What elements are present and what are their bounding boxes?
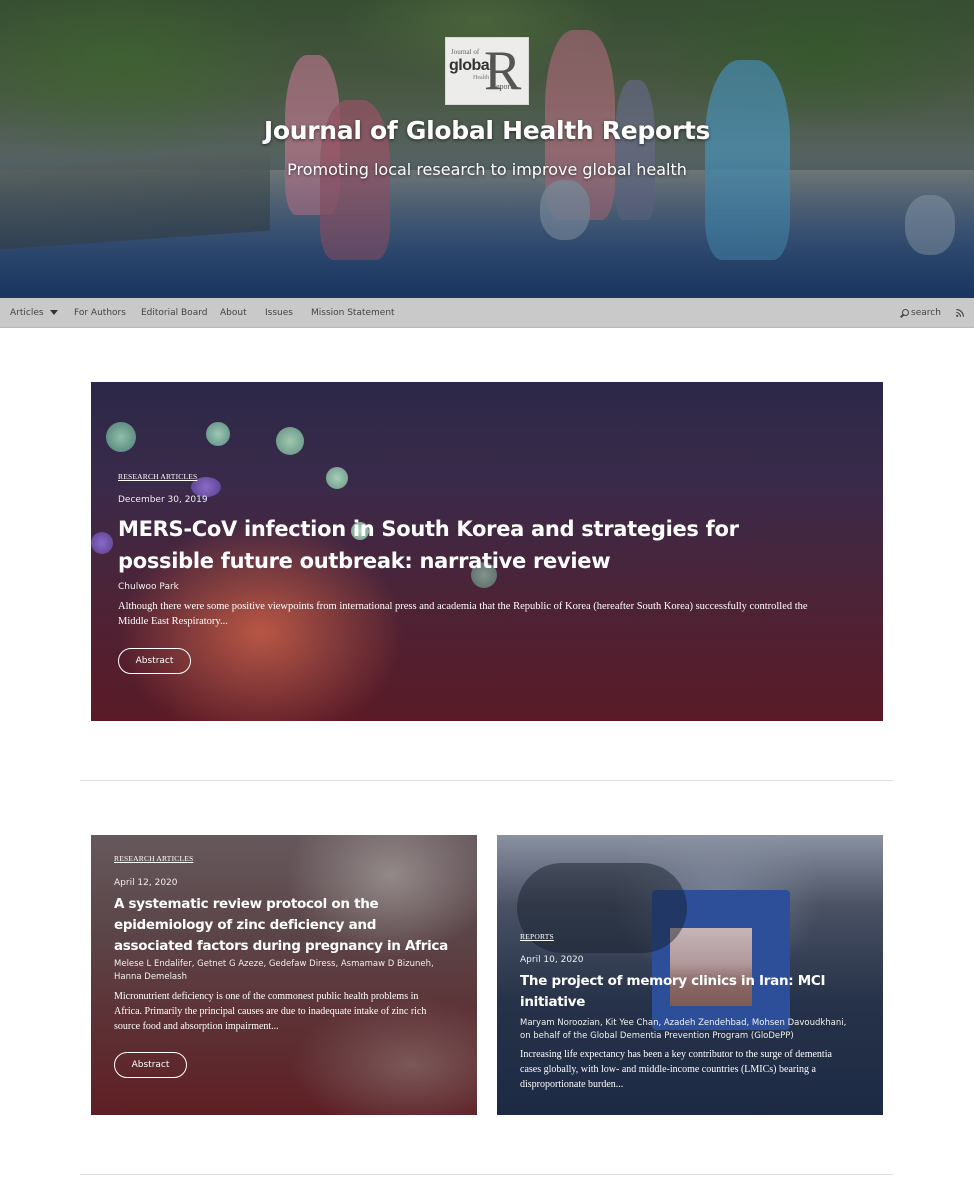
journal-logo[interactable]: Journal of global Health R eports [445,37,529,105]
article-date: April 12, 2020 [114,878,178,888]
chevron-down-icon [49,310,58,315]
virus-decoration [326,467,348,489]
main-nav: Articles For Authors Editorial Board Abo… [0,298,974,328]
nav-item-issues[interactable]: Issues [265,298,293,328]
nav-item-label: About [220,308,247,318]
hero-banner: Journal of global Health R eports Journa… [0,0,974,298]
nav-item-label: Articles [10,308,44,318]
nav-item-articles[interactable]: Articles [10,298,58,328]
featured-article-card[interactable]: RESEARCH ARTICLES December 30, 2019 MERS… [91,382,883,721]
article-section-link[interactable]: RESEARCH ARTICLES [114,854,193,863]
article-card[interactable]: RESEARCH ARTICLES April 12, 2020 A syste… [91,835,477,1115]
nav-item-about[interactable]: About [220,298,247,328]
article-authors: Melese L Endalifer, Getnet G Azeze, Gede… [114,959,434,982]
virus-decoration [206,422,230,446]
article-title[interactable]: MERS-CoV infection in South Korea and st… [118,513,808,577]
nav-item-label: For Authors [74,308,126,318]
article-section-link[interactable]: REPORTS [520,932,554,941]
abstract-button[interactable]: Abstract [114,1052,187,1078]
nav-item-label: Editorial Board [141,308,208,318]
rss-icon[interactable] [956,309,964,317]
nav-item-mission-statement[interactable]: Mission Statement [311,298,395,328]
section-divider [80,780,893,781]
article-title[interactable]: The project of memory clinics in Iran: M… [520,971,840,1013]
abstract-button[interactable]: Abstract [118,648,191,674]
article-section-link[interactable]: RESEARCH ARTICLES [118,472,197,481]
article-card[interactable]: REPORTS April 10, 2020 The project of me… [497,835,883,1115]
article-date: April 10, 2020 [520,955,584,965]
logo-letter-r: R [484,40,522,102]
article-authors: Maryam Noroozian, Kit Yee Chan, Azadeh Z… [520,1018,847,1041]
nav-item-label: Issues [265,308,293,318]
search-link[interactable]: search [902,298,941,328]
site-title[interactable]: Journal of Global Health Reports [0,116,974,145]
nav-item-editorial-board[interactable]: Editorial Board [141,298,207,328]
site-tagline: Promoting local research to improve glob… [287,160,687,179]
article-date: December 30, 2019 [118,495,208,505]
article-title[interactable]: A systematic review protocol on the epid… [114,894,454,957]
article-authors: Chulwoo Park [118,582,179,592]
nav-item-label: Mission Statement [311,308,395,318]
section-divider [80,1174,893,1175]
virus-decoration [91,532,113,554]
nav-item-for-authors[interactable]: For Authors [74,298,126,328]
search-label: search [911,308,941,318]
article-abstract-snippet: Increasing life expectancy has been a ke… [520,1049,832,1090]
virus-decoration [106,422,136,452]
logo-text-eports: eports [496,82,516,91]
article-abstract-snippet: Although there were some positive viewpo… [118,601,808,627]
virus-decoration [276,427,304,455]
article-abstract-snippet: Micronutrient deficiency is one of the c… [114,991,427,1032]
search-icon [902,309,909,316]
logo-text-journal-of: Journal of [451,48,480,56]
